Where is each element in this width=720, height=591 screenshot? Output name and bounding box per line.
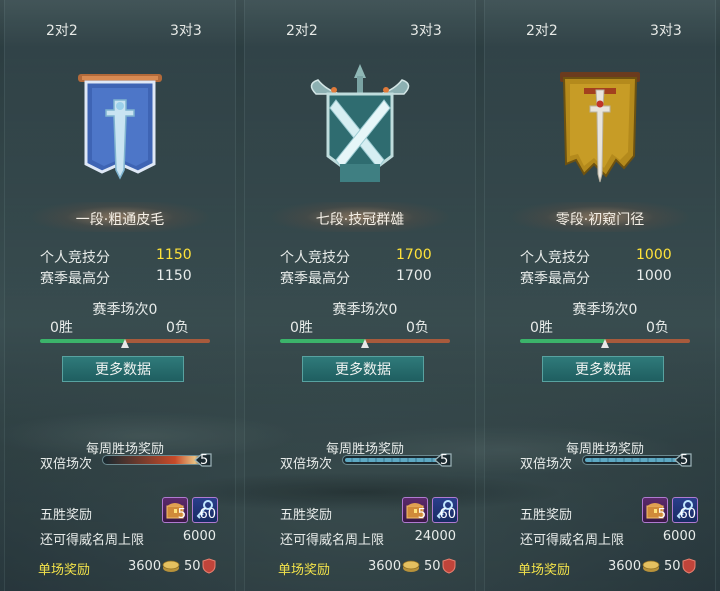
single-reward-label: 单场奖励 — [278, 563, 331, 578]
mode-tabs: 2对2 3对3 — [240, 0, 480, 46]
prestige-cap-label: 还可得威名周上限 — [280, 533, 385, 548]
reward-chest-item[interactable]: 5 — [402, 497, 428, 523]
season-high-value: 1000 — [636, 268, 672, 284]
reward-key-item[interactable]: 60 — [672, 497, 698, 523]
reward-key-item[interactable]: 60 — [432, 497, 458, 523]
personal-score-value: 1700 — [396, 247, 432, 263]
single-coin-value: 3600 — [608, 559, 642, 574]
double-matches-label: 双倍场次 — [520, 457, 573, 472]
crossed-swords-crest-icon — [310, 64, 410, 182]
wins-count: 0胜 — [290, 320, 313, 336]
mode-tabs: 2对2 3对3 — [0, 0, 240, 46]
single-coin-value: 3600 — [128, 559, 162, 574]
key-count: 60 — [199, 507, 216, 522]
single-reward-label: 单场奖励 — [518, 563, 571, 578]
personal-score-label: 个人竞技分 — [280, 250, 350, 266]
blue-banner-sword-icon — [78, 74, 162, 180]
double-matches-label: 双倍场次 — [280, 457, 333, 472]
key-count: 60 — [679, 507, 696, 522]
arena-panel-1: 2对2 3对3 一段·粗通皮毛 个人竞技分 1150 赛季最高分 1150 赛季… — [0, 0, 240, 591]
coin-icon — [642, 560, 660, 572]
more-data-button[interactable]: 更多数据 — [542, 356, 664, 382]
five-win-reward-label: 五胜奖励 — [280, 508, 333, 523]
more-data-button[interactable]: 更多数据 — [302, 356, 424, 382]
reward-key-item[interactable]: 60 — [192, 497, 218, 523]
shield-icon — [202, 558, 216, 574]
chest-count: 5 — [657, 507, 666, 522]
season-high-value: 1700 — [396, 268, 432, 284]
tab-3v3[interactable]: 3对3 — [170, 20, 202, 40]
rank-title: 七段·技冠群雄 — [315, 212, 405, 228]
reward-chest-item[interactable]: 5 — [162, 497, 188, 523]
personal-score-value: 1000 — [636, 247, 672, 263]
rank-title: 零段·初窥门径 — [555, 212, 645, 228]
prestige-cap-value: 6000 — [662, 529, 696, 544]
win-loss-marker — [121, 339, 129, 348]
single-shield-value: 50 — [184, 559, 201, 574]
season-high-value: 1150 — [156, 268, 192, 284]
losses-count: 0负 — [646, 320, 669, 336]
arena-panel-2: 2对2 3对3 七段·技冠群雄 个人竞技分 1700 赛季最高分 1700 赛季… — [240, 0, 480, 591]
more-data-button[interactable]: 更多数据 — [62, 356, 184, 382]
win-loss-marker — [361, 339, 369, 348]
single-shield-value: 50 — [664, 559, 681, 574]
personal-score-value: 1150 — [156, 247, 192, 263]
chest-count: 5 — [417, 507, 426, 522]
arena-panel-3: 2对2 3对3 零段·初窥门径 个人竞技分 1000 赛季最高分 1000 赛季… — [480, 0, 720, 591]
prestige-cap-value: 6000 — [182, 529, 216, 544]
wins-count: 0胜 — [530, 320, 553, 336]
season-high-label: 赛季最高分 — [280, 271, 350, 287]
tab-2v2[interactable]: 2对2 — [286, 20, 318, 40]
season-matches: 赛季场次0 — [572, 302, 638, 318]
tab-2v2[interactable]: 2对2 — [526, 20, 558, 40]
losses-count: 0负 — [166, 320, 189, 336]
coin-icon — [402, 560, 420, 572]
season-matches: 赛季场次0 — [332, 302, 398, 318]
double-matches-progress — [102, 455, 206, 465]
shield-icon — [442, 558, 456, 574]
losses-count: 0负 — [406, 320, 429, 336]
prestige-cap-label: 还可得威名周上限 — [40, 533, 145, 548]
personal-score-label: 个人竞技分 — [40, 250, 110, 266]
double-matches-count: 5 — [440, 453, 449, 468]
shield-icon — [682, 558, 696, 574]
win-loss-marker — [601, 339, 609, 348]
season-high-label: 赛季最高分 — [40, 271, 110, 287]
tab-3v3[interactable]: 3对3 — [650, 20, 682, 40]
rank-title: 一段·粗通皮毛 — [75, 212, 165, 228]
double-matches-progress — [342, 455, 446, 465]
season-matches: 赛季场次0 — [92, 302, 158, 318]
gold-banner-sword-icon — [560, 72, 640, 183]
season-high-label: 赛季最高分 — [520, 271, 590, 287]
reward-chest-item[interactable]: 5 — [642, 497, 668, 523]
wins-count: 0胜 — [50, 320, 73, 336]
personal-score-label: 个人竞技分 — [520, 250, 590, 266]
single-reward-label: 单场奖励 — [38, 563, 91, 578]
progress-fill — [345, 458, 443, 462]
arena-stats-screen: 2对2 3对3 一段·粗通皮毛 个人竞技分 1150 赛季最高分 1150 赛季… — [0, 0, 720, 591]
five-win-reward-label: 五胜奖励 — [520, 508, 573, 523]
single-coin-value: 3600 — [368, 559, 402, 574]
double-matches-count: 5 — [680, 453, 689, 468]
progress-fill — [585, 458, 683, 462]
single-shield-value: 50 — [424, 559, 441, 574]
coin-icon — [162, 560, 180, 572]
double-matches-count: 5 — [200, 453, 209, 468]
chest-count: 5 — [177, 507, 186, 522]
double-matches-label: 双倍场次 — [40, 457, 93, 472]
tab-3v3[interactable]: 3对3 — [410, 20, 442, 40]
tab-2v2[interactable]: 2对2 — [46, 20, 78, 40]
progress-glow — [105, 456, 205, 464]
key-count: 60 — [439, 507, 456, 522]
double-matches-progress — [582, 455, 686, 465]
mode-tabs: 2对2 3对3 — [480, 0, 720, 46]
five-win-reward-label: 五胜奖励 — [40, 508, 93, 523]
prestige-cap-label: 还可得威名周上限 — [520, 533, 625, 548]
prestige-cap-value: 24000 — [414, 529, 456, 544]
